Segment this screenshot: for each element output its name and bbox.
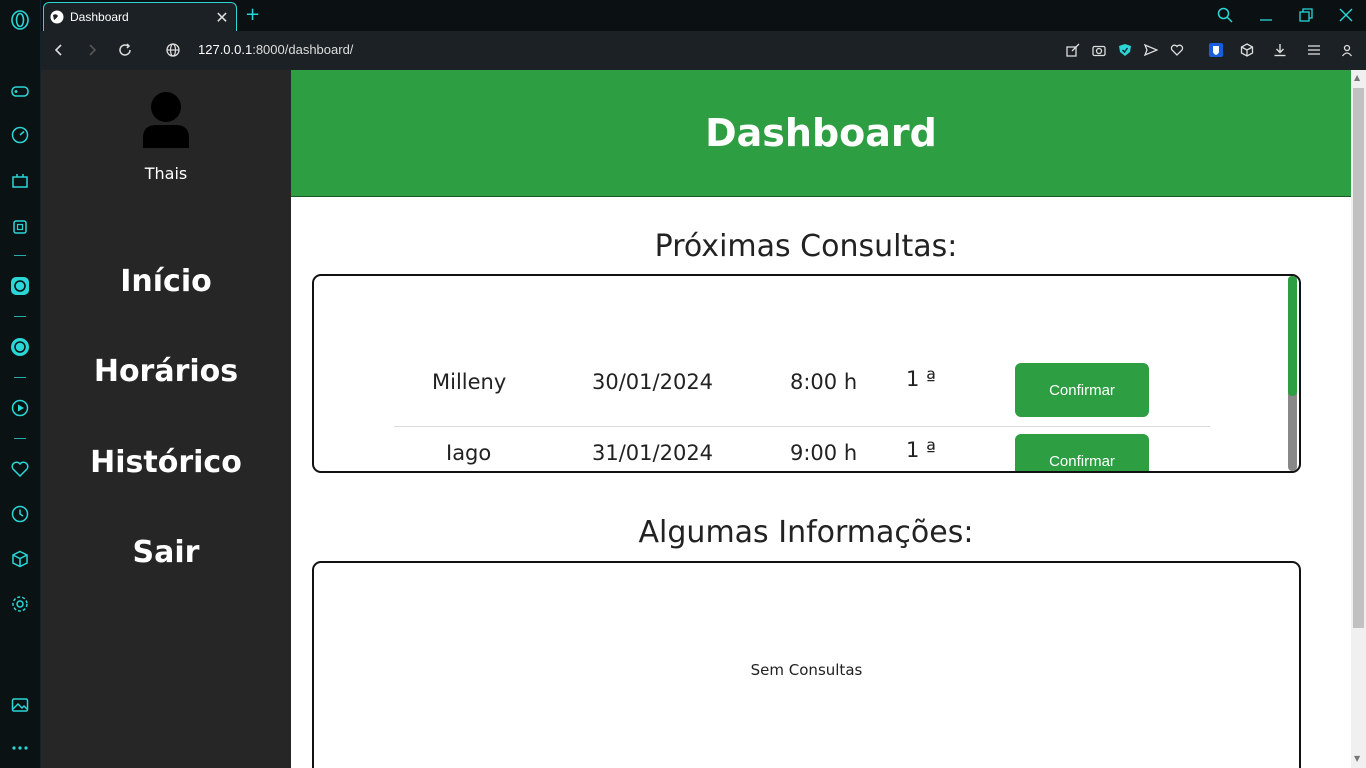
sidebar-item-historico[interactable]: Histórico [41, 445, 291, 480]
profile-icon[interactable] [1338, 41, 1356, 59]
table-row: Iago 31/01/2024 9:00 h 1 ª Confirmar [394, 432, 1210, 471]
info-card: Sem Consultas [312, 561, 1301, 768]
twitch-icon[interactable] [8, 169, 32, 193]
speedometer-icon[interactable] [8, 123, 32, 147]
username: Thais [144, 164, 188, 183]
extensions-cube-icon[interactable] [1238, 41, 1256, 59]
confirm-button[interactable]: Confirmar [1015, 363, 1149, 417]
search-icon[interactable] [1214, 4, 1236, 26]
info-title: Algumas Informações: [638, 515, 974, 550]
globe-icon [50, 10, 64, 24]
url-path: :8000/dashboard/ [252, 42, 354, 57]
confirm-button[interactable]: Confirmar [1015, 434, 1149, 471]
clock-icon[interactable] [8, 502, 32, 526]
appointment-time: 9:00 h [790, 441, 858, 465]
url-field[interactable]: 127.0.0.1:8000/dashboard/ [198, 42, 353, 57]
app-sidebar: Thais Início Horários Histórico Sair [41, 70, 291, 768]
sidebar-item-horarios[interactable]: Horários [41, 354, 291, 389]
appointment-order: 1 ª [906, 367, 936, 391]
scroll-up-icon[interactable]: ▲ [1354, 73, 1363, 82]
page-header: Dashboard [291, 70, 1351, 197]
close-window-icon[interactable] [1335, 4, 1357, 26]
sidebar-divider [14, 377, 26, 378]
table-row: Milleny 30/01/2024 8:00 h 1 ª Confirmar [394, 361, 1210, 431]
page-scrollbar-thumb[interactable] [1353, 88, 1364, 628]
whatsapp-icon[interactable] [8, 335, 32, 359]
chatgpt-icon[interactable] [8, 274, 32, 298]
appointment-date: 31/01/2024 [592, 441, 714, 465]
main-content: Próximas Consultas: Milleny 30/01/2024 8… [291, 197, 1351, 768]
page-scrollbar[interactable]: ▲ ▼ [1351, 70, 1366, 768]
gallery-icon[interactable] [8, 693, 32, 717]
bitwarden-icon[interactable] [1207, 41, 1225, 59]
tab-dashboard[interactable]: Dashboard ✕ [43, 2, 237, 31]
empty-message: Sem Consultas [750, 661, 863, 679]
forward-icon[interactable] [82, 40, 102, 60]
restore-icon[interactable] [1295, 4, 1317, 26]
sidebar-divider [14, 255, 26, 256]
address-bar: 127.0.0.1:8000/dashboard/ [41, 31, 1366, 70]
download-icon[interactable] [1271, 41, 1289, 59]
patient-name: Iago [446, 441, 492, 465]
tab-title: Dashboard [70, 10, 129, 24]
share-icon[interactable] [1064, 41, 1082, 59]
sidebar-divider [14, 316, 26, 317]
sidebar-item-inicio[interactable]: Início [41, 264, 291, 299]
page-title: Dashboard [705, 111, 937, 155]
settings-gear-icon[interactable] [8, 592, 32, 616]
more-icon[interactable] [8, 736, 32, 760]
appointment-date: 30/01/2024 [592, 370, 714, 394]
browser-sidebar [0, 0, 41, 768]
easy-setup-icon[interactable] [1305, 41, 1323, 59]
shield-icon[interactable] [1116, 41, 1134, 59]
new-tab-button[interactable]: + [245, 4, 260, 25]
page-viewport: Thais Início Horários Histórico Sair Das… [41, 70, 1366, 768]
sidebar-item-sair[interactable]: Sair [41, 535, 291, 570]
appointment-order: 1 ª [906, 438, 936, 462]
heart-icon[interactable] [1168, 41, 1186, 59]
upcoming-card[interactable]: Milleny 30/01/2024 8:00 h 1 ª Confirmar … [312, 274, 1301, 473]
opera-logo-icon[interactable] [8, 8, 32, 32]
patient-name: Milleny [432, 370, 507, 394]
user-avatar-icon [143, 92, 189, 148]
tab-bar: Dashboard ✕ + [41, 0, 1366, 31]
player-icon[interactable] [8, 396, 32, 420]
sidebar-divider [14, 438, 26, 439]
gamepad-icon[interactable] [8, 79, 32, 103]
cube-icon[interactable] [8, 547, 32, 571]
cpu-icon[interactable] [8, 215, 32, 239]
back-icon[interactable] [49, 40, 69, 60]
upcoming-title: Próximas Consultas: [654, 229, 958, 264]
card-scrollbar-thumb[interactable] [1288, 276, 1297, 396]
close-tab-icon[interactable]: ✕ [212, 8, 232, 27]
heart-icon[interactable] [8, 457, 32, 481]
site-info-globe-icon[interactable] [163, 40, 183, 60]
scroll-down-icon[interactable]: ▼ [1354, 754, 1363, 763]
reload-icon[interactable] [115, 40, 135, 60]
send-icon[interactable] [1142, 41, 1160, 59]
row-divider [394, 426, 1210, 427]
appointment-time: 8:00 h [790, 370, 858, 394]
minimize-icon[interactable] [1255, 4, 1277, 26]
url-host: 127.0.0.1 [198, 42, 253, 57]
camera-icon[interactable] [1090, 41, 1108, 59]
